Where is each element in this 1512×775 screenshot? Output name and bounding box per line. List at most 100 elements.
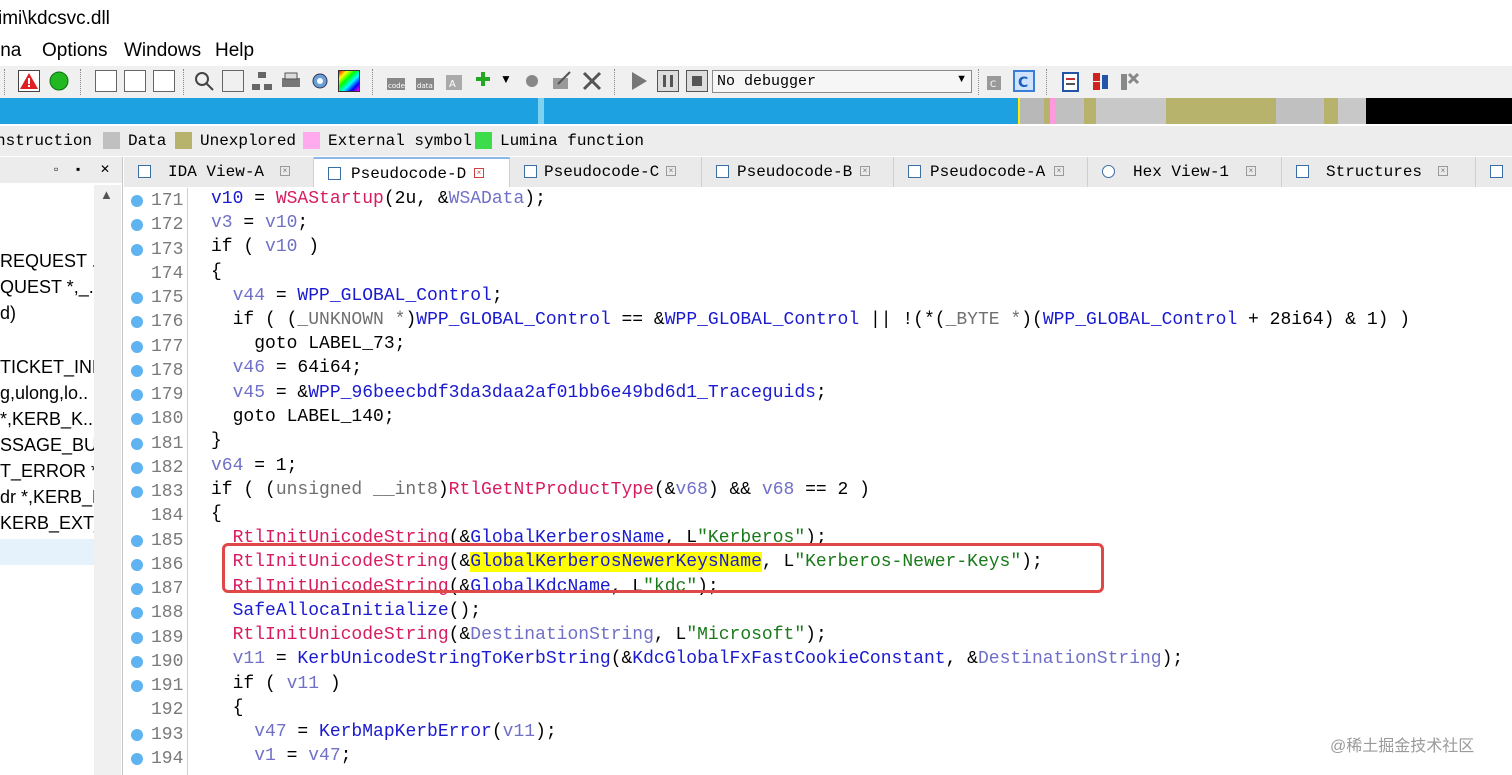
line-number-row[interactable]: 178 — [124, 359, 186, 383]
tab-pseudocode-c[interactable]: Pseudocode-C × — [510, 157, 702, 187]
line-number-row[interactable]: 177 — [124, 335, 186, 359]
global-var[interactable]: WPP_GLOBAL_Control — [1043, 310, 1237, 330]
tab-pseudocode-d[interactable]: Pseudocode-D × — [314, 157, 510, 187]
close-icon[interactable]: × — [666, 166, 676, 176]
line-number-row[interactable]: 185 — [124, 529, 186, 553]
enum-icon[interactable] — [521, 70, 543, 92]
tools-icon[interactable] — [1118, 70, 1140, 92]
scrollbar[interactable]: ▲ — [94, 185, 121, 775]
list-item[interactable]: QUEST *,_.. — [0, 277, 94, 298]
close-icon[interactable]: × — [1438, 166, 1448, 176]
function-name[interactable]: SafeAllocaInitialize — [233, 601, 449, 621]
line-marker-dot-icon[interactable] — [131, 607, 143, 620]
line-marker-dot-icon[interactable] — [131, 461, 143, 474]
line-marker-dot-icon[interactable] — [131, 219, 143, 232]
line-marker-dot-icon[interactable] — [131, 195, 143, 207]
line-marker-dot-icon[interactable] — [131, 316, 143, 329]
close-icon[interactable]: × — [1246, 166, 1256, 176]
line-marker-dot-icon[interactable] — [131, 340, 143, 353]
list-item[interactable]: *,KERB_K.. — [0, 409, 94, 430]
line-number-row[interactable]: 193 — [124, 723, 186, 747]
line-number-row[interactable]: 194 — [124, 747, 186, 771]
line-number-row[interactable]: 191 — [124, 674, 186, 698]
line-number-row[interactable]: 187 — [124, 577, 186, 601]
function-name[interactable]: KerbUnicodeStringToKerbString — [297, 649, 610, 669]
line-number-row[interactable]: 182 — [124, 456, 186, 480]
list-item[interactable]: g,ulong,lo.. — [0, 383, 94, 404]
line-number-row[interactable]: 176 — [124, 310, 186, 334]
tab-structures[interactable]: Structures × — [1282, 157, 1476, 187]
tab-ida-view-a[interactable]: IDA View-A × — [124, 157, 314, 187]
line-marker-dot-icon[interactable] — [131, 583, 143, 595]
fit-window-icon[interactable] — [222, 70, 244, 92]
line-marker-dot-icon[interactable] — [131, 728, 143, 741]
proximity-view-icon[interactable] — [153, 70, 175, 92]
line-marker-dot-icon[interactable] — [131, 558, 143, 571]
dropdown-arrow-icon[interactable]: ▼ — [500, 72, 512, 86]
debugger-select[interactable]: No debugger ▼ — [712, 70, 972, 93]
ascii-icon[interactable]: A — [443, 70, 465, 92]
tab-more[interactable] — [1476, 157, 1512, 187]
function-name[interactable]: RtlInitUnicodeString — [233, 625, 449, 645]
close-icon[interactable]: × — [474, 168, 484, 178]
close-icon[interactable]: ✕ — [100, 162, 110, 176]
selected-list-item[interactable] — [0, 539, 94, 565]
global-var[interactable]: WPP_GLOBAL_Control — [665, 310, 859, 330]
tab-hex-view-1[interactable]: Hex View-1 × — [1088, 157, 1282, 187]
line-number-row[interactable]: 192 — [124, 698, 186, 722]
line-number-row[interactable]: 181 — [124, 432, 186, 456]
close-icon[interactable]: × — [860, 166, 870, 176]
menu-options[interactable]: Options — [42, 40, 107, 62]
list-item[interactable]: KERB_EXT_.. — [0, 513, 94, 534]
close-icon[interactable]: × — [280, 166, 290, 176]
tab-pseudocode-b[interactable]: Pseudocode-B × — [702, 157, 894, 187]
global-var[interactable]: WPP_GLOBAL_Control — [416, 310, 610, 330]
toggle-icon[interactable] — [1089, 70, 1111, 92]
gear-icon[interactable] — [309, 70, 331, 92]
close-icon[interactable]: × — [1054, 166, 1064, 176]
line-number-row[interactable]: 171 — [124, 189, 186, 213]
line-number-row[interactable]: 175 — [124, 286, 186, 310]
decompile-icon[interactable]: C — [1013, 70, 1035, 92]
line-number-row[interactable]: 183 — [124, 480, 186, 504]
chevron-up-icon[interactable]: ▲ — [100, 187, 113, 202]
global-var[interactable]: KdcGlobalFxFastCookieConstant — [632, 649, 945, 669]
line-marker-dot-icon[interactable] — [131, 631, 143, 644]
line-marker-dot-icon[interactable] — [131, 292, 143, 304]
line-number-row[interactable]: 186 — [124, 553, 186, 577]
clipboard-icon[interactable] — [1060, 70, 1082, 92]
list-item[interactable]: d) — [0, 303, 94, 324]
list-item[interactable]: SSAGE_BU.. — [0, 435, 94, 456]
line-number-row[interactable]: 190 — [124, 650, 186, 674]
menu-lumina[interactable]: ina — [0, 40, 21, 62]
global-var[interactable]: WPP_96beecbdf3da3daa2af01bb6e49bd6d1_Tra… — [308, 383, 816, 403]
pseudocode-view[interactable]: 171 172 173 174 175 176 177 178 179 180 181 182 183 1… — [124, 188, 1512, 775]
line-marker-dot-icon[interactable] — [131, 680, 143, 692]
line-marker-dot-icon[interactable] — [131, 486, 143, 498]
float-icon[interactable]: ▪ — [76, 162, 80, 176]
play-icon[interactable] — [628, 70, 650, 92]
line-number-row[interactable]: 174 — [124, 262, 186, 286]
line-marker-dot-icon[interactable] — [131, 437, 143, 450]
line-marker-dot-icon[interactable] — [131, 243, 143, 256]
line-number-row[interactable]: 173 — [124, 238, 186, 262]
color-palette-icon[interactable] — [338, 70, 360, 92]
pause-icon[interactable] — [657, 70, 679, 92]
undefine-icon[interactable] — [581, 70, 603, 92]
text-view-icon[interactable] — [95, 70, 117, 92]
print-icon[interactable] — [280, 70, 302, 92]
line-marker-dot-icon[interactable] — [131, 413, 143, 426]
navigation-band[interactable] — [0, 98, 1512, 124]
line-number-row[interactable]: 172 — [124, 213, 186, 237]
restore-icon[interactable]: ▫ — [54, 162, 58, 176]
data-icon[interactable]: data — [414, 70, 436, 92]
line-number-row[interactable]: 184 — [124, 504, 186, 528]
list-item[interactable]: T_ERROR * — [0, 461, 94, 482]
edit-icon[interactable] — [550, 70, 572, 92]
line-number-row[interactable]: 188 — [124, 601, 186, 625]
function-name[interactable]: RtlGetNtProductType — [449, 480, 654, 500]
line-marker-dot-icon[interactable] — [131, 389, 143, 401]
menu-windows[interactable]: Windows — [124, 40, 201, 62]
breakpoint-icon[interactable]: C — [985, 70, 1007, 92]
tab-pseudocode-a[interactable]: Pseudocode-A × — [894, 157, 1088, 187]
